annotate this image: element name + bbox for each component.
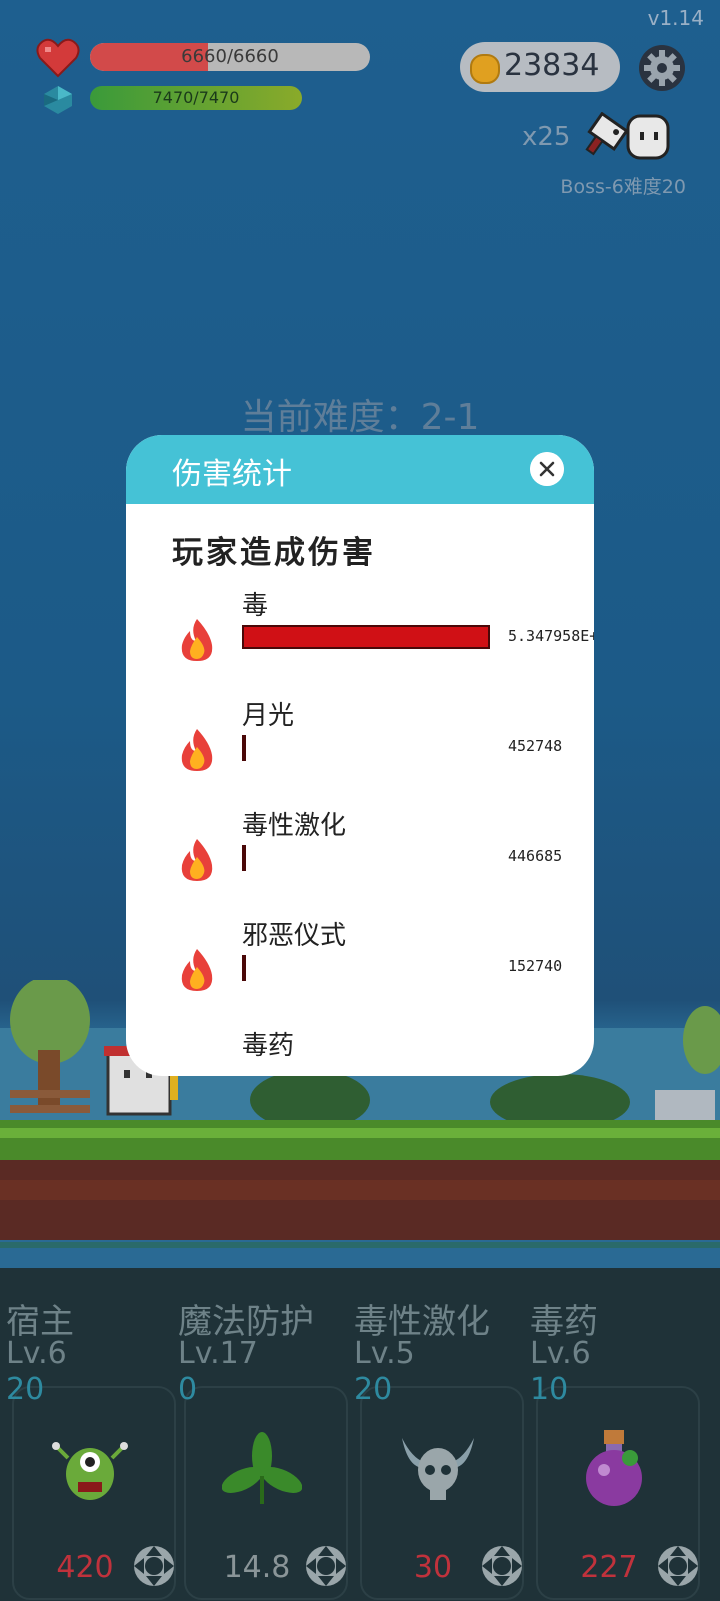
damage-row: 月光 452748 — [126, 695, 594, 807]
dialog-title: 伤害统计 — [172, 457, 292, 492]
damage-value: 152740 — [508, 957, 563, 975]
horned-skull-icon — [402, 1438, 474, 1500]
upgrade-spinner-icon[interactable] — [132, 1544, 176, 1588]
skill-level: Lv.6 — [530, 1336, 591, 1371]
skill-level: Lv.5 — [354, 1336, 415, 1371]
poison-flask-icon — [586, 1430, 642, 1506]
damage-row: 毒性激化 446685 — [126, 805, 594, 917]
skill-count: 20 — [6, 1372, 45, 1407]
heart-icon — [36, 38, 80, 78]
close-icon[interactable] — [530, 452, 564, 486]
current-difficulty: 当前难度：2-1 — [240, 397, 480, 438]
skill-count: 10 — [530, 1372, 569, 1407]
dialog-header: 伤害统计 — [126, 435, 594, 504]
skill-panel: 宿主 Lv.6 20 420 魔法防护 Lv.17 0 14.8 毒性激化 Lv… — [0, 1268, 720, 1601]
damage-source-name: 毒 — [242, 591, 269, 621]
skill-slot-host[interactable]: 宿主 Lv.6 20 420 — [0, 1268, 176, 1601]
boss-multiplier: x25 — [522, 122, 571, 152]
fire-icon — [181, 729, 213, 771]
damage-bar — [242, 845, 246, 871]
hp-text: 6660/6660 — [181, 46, 279, 67]
skill-level: Lv.6 — [6, 1336, 67, 1371]
damage-value: 452748 — [508, 737, 563, 755]
damage-row: 毒 5.347958E+ — [126, 585, 594, 697]
damage-source-name: 邪恶仪式 — [242, 921, 347, 951]
damage-source-name: 毒性激化 — [242, 811, 347, 841]
coin-amount: 23834 — [504, 48, 600, 83]
version-label: v1.14 — [647, 6, 704, 30]
mp-text: 7470/7470 — [152, 88, 240, 107]
skill-cost: 30 — [413, 1550, 453, 1585]
fire-icon — [181, 619, 213, 661]
skill-slot-toxic-surge[interactable]: 毒性激化 Lv.5 20 30 — [348, 1268, 524, 1601]
upgrade-spinner-icon[interactable] — [304, 1544, 348, 1588]
damage-bar — [242, 625, 490, 649]
coin-icon — [470, 54, 500, 84]
boss-cleaver-ghost-icon[interactable] — [584, 112, 686, 164]
damage-source-name: 月光 — [242, 701, 295, 731]
fire-icon — [181, 839, 213, 881]
damage-row: 毒药 — [126, 1025, 594, 1076]
green-monster-icon — [52, 1442, 128, 1500]
skill-level: Lv.17 — [178, 1336, 258, 1371]
skill-slot-magic-shield[interactable]: 魔法防护 Lv.17 0 14.8 — [172, 1268, 348, 1601]
damage-value: 446685 — [508, 847, 563, 865]
leaf-icon — [222, 1432, 302, 1504]
skill-count: 0 — [178, 1372, 198, 1407]
skill-count: 20 — [354, 1372, 393, 1407]
boss-difficulty-label: Boss-6难度20 — [560, 176, 686, 198]
skill-slot-poison[interactable]: 毒药 Lv.6 10 227 — [524, 1268, 700, 1601]
damage-stats-dialog: 伤害统计 玩家造成伤害 毒 5.347958E+ 月光 452748 毒性激化 … — [126, 435, 594, 1076]
mana-gem-icon — [44, 86, 72, 114]
upgrade-spinner-icon[interactable] — [480, 1544, 524, 1588]
settings-gear-icon[interactable] — [638, 44, 686, 92]
skill-cost: 14.8 — [223, 1550, 291, 1585]
upgrade-spinner-icon[interactable] — [656, 1544, 700, 1588]
skill-cost: 227 — [580, 1550, 638, 1585]
section-title: 玩家造成伤害 — [172, 535, 376, 571]
damage-bar — [242, 955, 246, 981]
damage-source-name: 毒药 — [242, 1031, 295, 1061]
skill-cost: 420 — [56, 1550, 114, 1585]
fire-icon — [181, 949, 213, 991]
damage-bar — [242, 735, 246, 761]
damage-value: 5.347958E+ — [508, 627, 594, 645]
damage-row: 邪恶仪式 152740 — [126, 915, 594, 1027]
